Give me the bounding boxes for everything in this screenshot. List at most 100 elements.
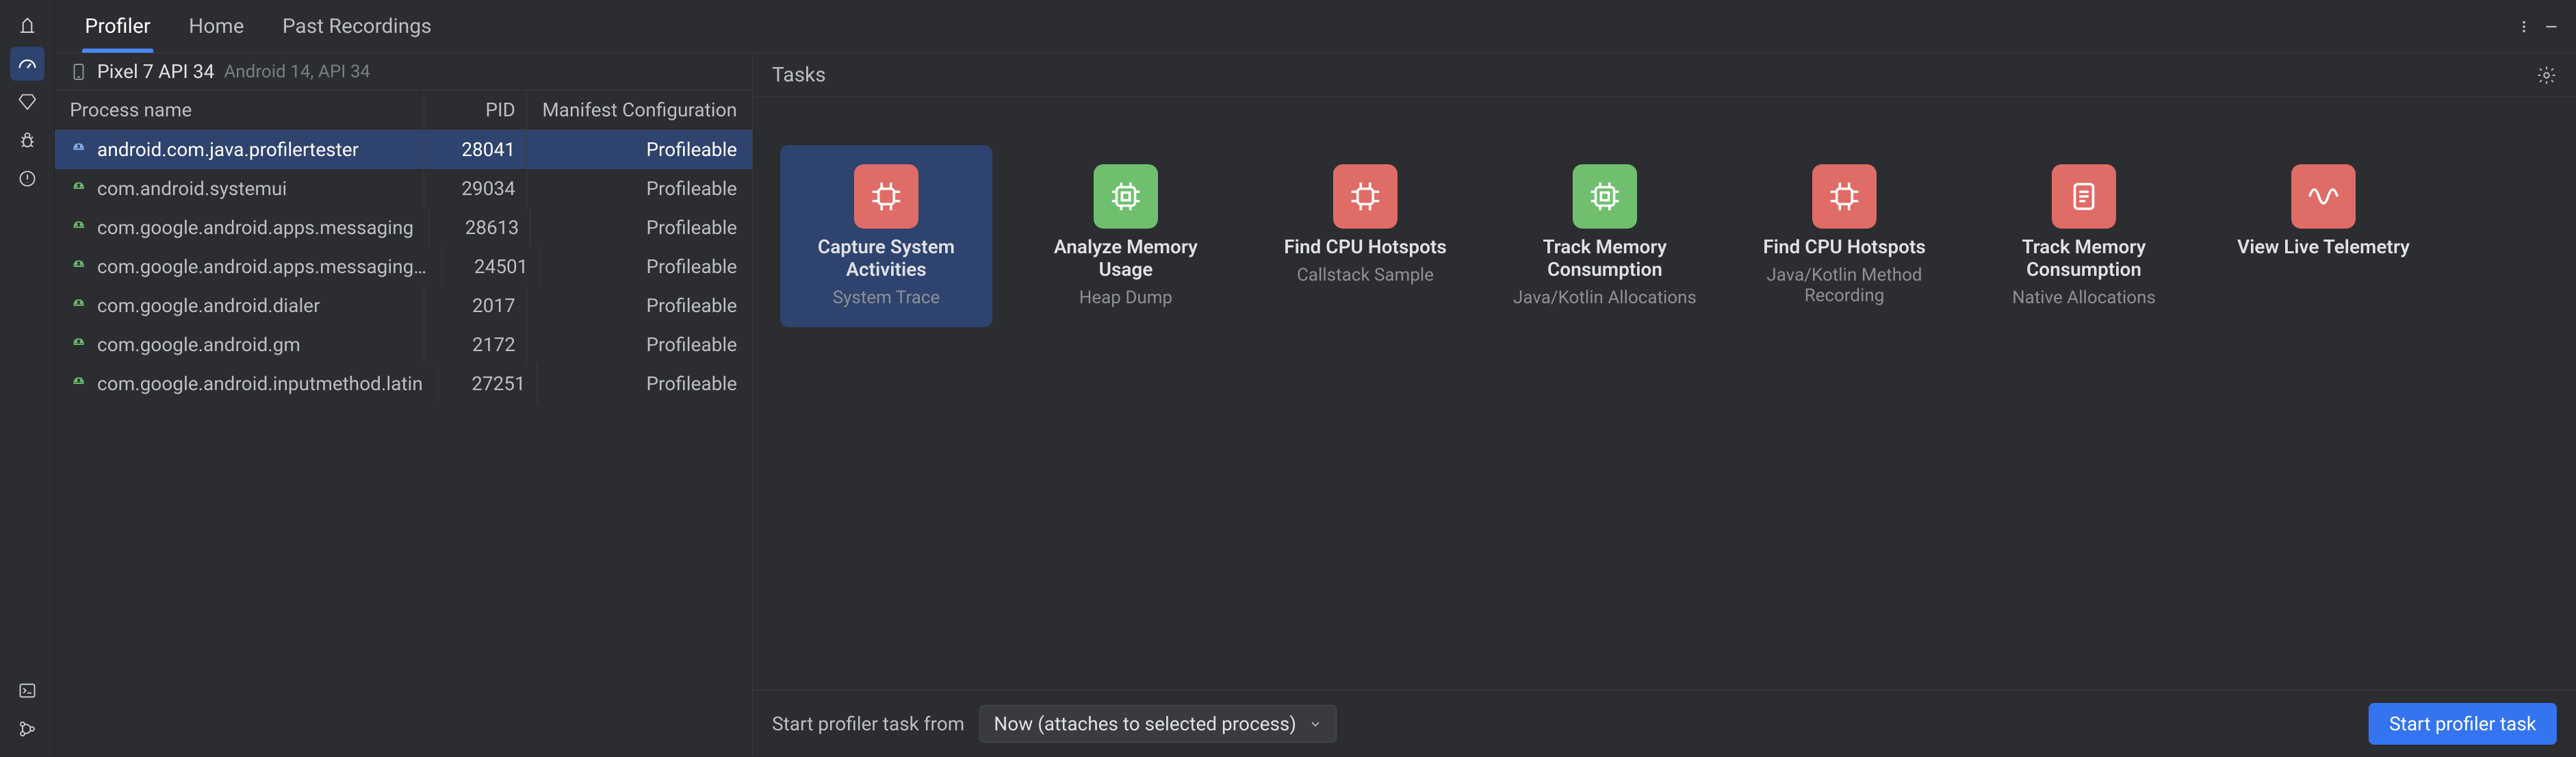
device-sub: Android 14, API 34 xyxy=(224,62,370,82)
button-label: Start profiler task xyxy=(2389,713,2536,735)
android-icon xyxy=(70,297,88,315)
process-manifest: Profileable xyxy=(539,247,752,286)
android-icon xyxy=(70,258,88,276)
rail-profiler-icon[interactable] xyxy=(10,47,44,81)
task-title: Find CPU Hotspots xyxy=(1763,235,1926,258)
process-pid: 24501 xyxy=(441,247,539,286)
task-cpu-jk[interactable]: Find CPU Hotspots Java/Kotlin Method Rec… xyxy=(1738,145,1950,327)
process-pid: 28613 xyxy=(428,208,530,247)
process-name: android.com.java.profilertester xyxy=(97,138,359,161)
table-row[interactable]: com.google.android.apps.messaging… 24501… xyxy=(55,247,752,286)
process-name: com.google.android.inputmethod.latin xyxy=(97,372,423,395)
task-icon xyxy=(2052,164,2116,229)
col-pid[interactable]: PID xyxy=(424,90,526,129)
table-header: Process name PID Manifest Configuration xyxy=(55,90,752,130)
col-process-name[interactable]: Process name xyxy=(55,90,424,129)
tab-past[interactable]: Past Recordings xyxy=(263,0,451,53)
table-row[interactable]: com.google.android.dialer 2017 Profileab… xyxy=(55,286,752,325)
process-pid: 27251 xyxy=(438,364,537,403)
process-name: com.android.systemui xyxy=(97,177,287,200)
process-name: com.google.android.apps.messaging… xyxy=(97,255,426,278)
tab-home[interactable]: Home xyxy=(170,0,263,53)
task-mem-native[interactable]: Track Memory Consumption Native Allocati… xyxy=(1978,145,2190,327)
select-value: Now (attaches to selected process) xyxy=(994,713,1296,735)
rail-terminal-icon[interactable] xyxy=(10,673,44,708)
process-pid: 2017 xyxy=(424,286,526,325)
settings-icon[interactable] xyxy=(2536,65,2557,86)
tasks-grid: Capture System Activities System Trace A… xyxy=(753,97,2576,690)
task-title: Analyze Memory Usage xyxy=(1033,235,1218,281)
task-icon xyxy=(1573,164,1637,229)
rail-gem-icon[interactable] xyxy=(10,85,44,119)
task-analyze-memory[interactable]: Analyze Memory Usage Heap Dump xyxy=(1020,145,1232,327)
process-panel: Pixel 7 API 34 Android 14, API 34 Proces… xyxy=(55,53,753,757)
process-name: com.google.android.dialer xyxy=(97,294,320,317)
process-pid: 28041 xyxy=(424,130,526,169)
tasks-panel: Tasks Capture System Activities System T… xyxy=(753,53,2576,757)
task-icon xyxy=(1333,164,1398,229)
footer: Start profiler task from Now (attaches t… xyxy=(753,690,2576,757)
task-capture-system[interactable]: Capture System Activities System Trace xyxy=(780,145,992,327)
tab-label: Past Recordings xyxy=(283,14,432,38)
tab-label: Home xyxy=(189,14,244,38)
task-telemetry[interactable]: View Live Telemetry xyxy=(2217,145,2430,327)
process-name: com.google.android.gm xyxy=(97,333,300,356)
android-icon xyxy=(70,180,88,198)
process-manifest: Profileable xyxy=(526,286,752,325)
android-icon xyxy=(70,375,88,393)
process-manifest: Profileable xyxy=(526,169,752,208)
tab-profiler[interactable]: Profiler xyxy=(66,0,170,53)
start-task-button[interactable]: Start profiler task xyxy=(2369,703,2557,745)
table-row[interactable]: com.android.systemui 29034 Profileable xyxy=(55,169,752,208)
footer-label: Start profiler task from xyxy=(772,713,964,735)
left-tool-rail xyxy=(0,0,55,757)
table-row[interactable]: com.google.android.apps.messaging 28613 … xyxy=(55,208,752,247)
task-title: View Live Telemetry xyxy=(2237,235,2410,258)
col-manifest-config[interactable]: Manifest Configuration xyxy=(526,90,752,129)
task-subtitle: Java/Kotlin Method Recording xyxy=(1752,265,1937,306)
tab-label: Profiler xyxy=(85,14,151,38)
rail-warning-icon[interactable] xyxy=(10,162,44,196)
device-row[interactable]: Pixel 7 API 34 Android 14, API 34 xyxy=(55,53,752,90)
process-table-body: android.com.java.profilertester 28041 Pr… xyxy=(55,130,752,757)
task-subtitle: Heap Dump xyxy=(1079,287,1172,308)
task-subtitle: Callstack Sample xyxy=(1297,265,1434,285)
android-icon xyxy=(70,219,88,237)
start-mode-select[interactable]: Now (attaches to selected process) xyxy=(979,705,1337,743)
rail-bug-icon[interactable] xyxy=(10,123,44,157)
task-subtitle: Native Allocations xyxy=(2012,287,2156,308)
task-title: Track Memory Consumption xyxy=(1512,235,1697,281)
process-name: com.google.android.apps.messaging xyxy=(97,216,413,239)
task-mem-jk[interactable]: Track Memory Consumption Java/Kotlin All… xyxy=(1499,145,1711,327)
task-cpu-callstack[interactable]: Find CPU Hotspots Callstack Sample xyxy=(1259,145,1471,327)
task-icon xyxy=(1812,164,1877,229)
process-pid: 2172 xyxy=(424,325,526,364)
rail-design-icon[interactable] xyxy=(10,8,44,42)
process-pid: 29034 xyxy=(424,169,526,208)
task-subtitle: Java/Kotlin Allocations xyxy=(1513,287,1697,308)
task-icon xyxy=(854,164,918,229)
task-title: Capture System Activities xyxy=(794,235,979,281)
process-manifest: Profileable xyxy=(526,130,752,169)
android-icon xyxy=(70,141,88,159)
more-icon[interactable] xyxy=(2510,13,2538,40)
table-row[interactable]: com.google.android.gm 2172 Profileable xyxy=(55,325,752,364)
task-subtitle: System Trace xyxy=(833,287,940,308)
android-icon xyxy=(70,336,88,354)
device-name: Pixel 7 API 34 xyxy=(97,60,214,83)
device-icon xyxy=(70,63,88,81)
rail-vcs-icon[interactable] xyxy=(10,712,44,746)
process-manifest: Profileable xyxy=(537,364,752,403)
tab-bar: Profiler Home Past Recordings xyxy=(55,0,2576,53)
table-row[interactable]: android.com.java.profilertester 28041 Pr… xyxy=(55,130,752,169)
task-icon xyxy=(1094,164,1158,229)
process-manifest: Profileable xyxy=(530,208,752,247)
tasks-title: Tasks xyxy=(772,63,826,87)
table-row[interactable]: com.google.android.inputmethod.latin 272… xyxy=(55,364,752,403)
task-title: Track Memory Consumption xyxy=(1992,235,2176,281)
process-manifest: Profileable xyxy=(526,325,752,364)
minimize-icon[interactable] xyxy=(2538,13,2565,40)
task-title: Find CPU Hotspots xyxy=(1284,235,1447,258)
chevron-down-icon xyxy=(1309,717,1322,731)
task-icon xyxy=(2291,164,2356,229)
